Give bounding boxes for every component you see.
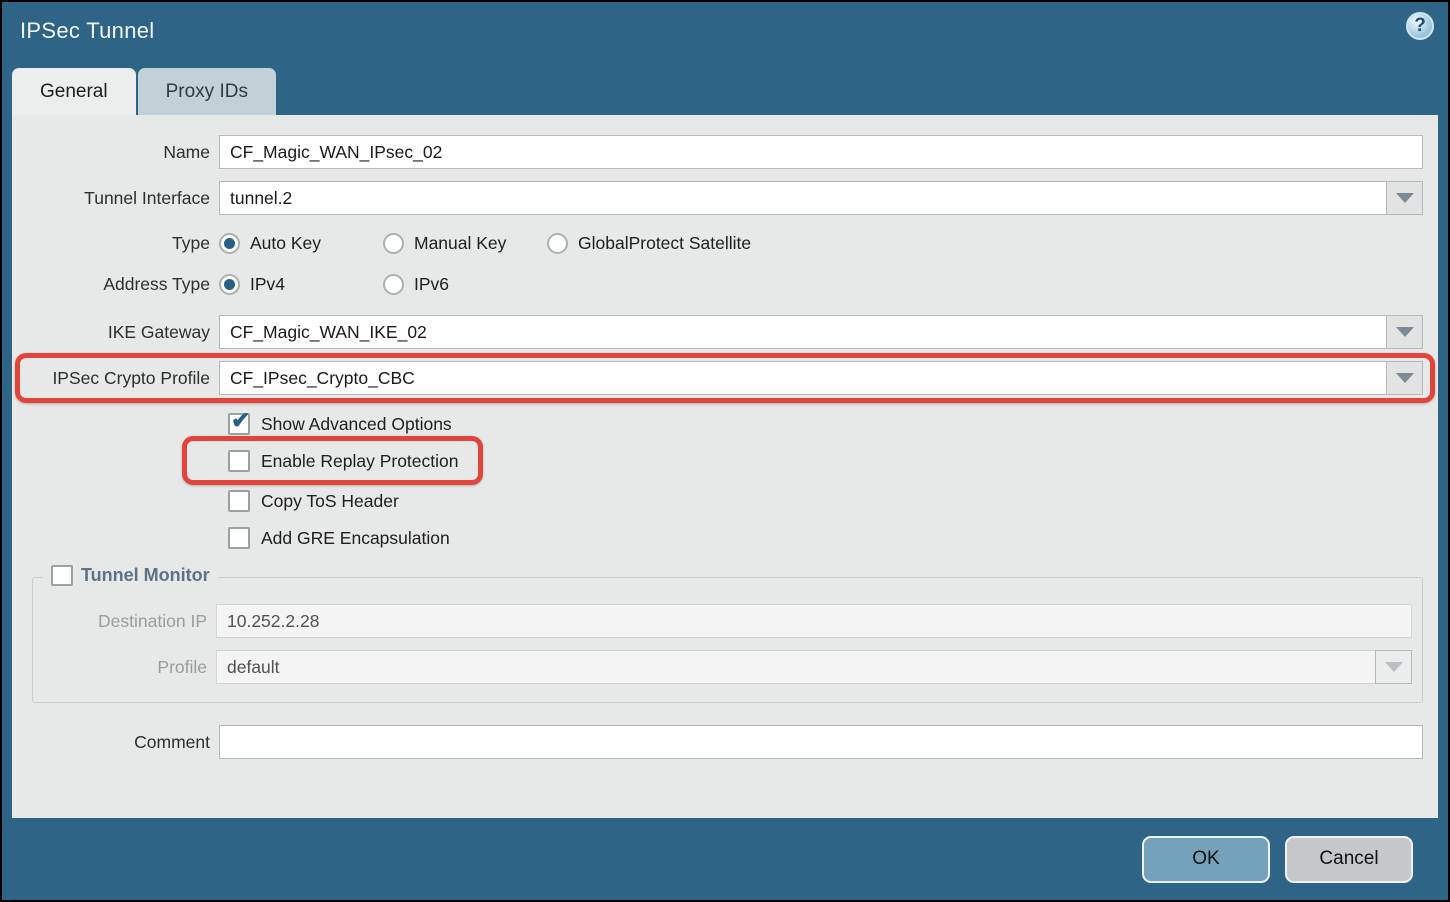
add-gre-encapsulation-row: Add GRE Encapsulation — [219, 527, 450, 549]
copy-tos-header-row: Copy ToS Header — [219, 490, 399, 512]
tunnel-interface-input[interactable] — [219, 181, 1386, 215]
ipsec-crypto-profile-dropdown-button[interactable] — [1386, 361, 1423, 395]
ipsec-tunnel-dialog: IPSec Tunnel ? General Proxy IDs Name Tu… — [0, 0, 1450, 902]
enable-replay-protection-row: Enable Replay Protection — [219, 450, 458, 472]
chevron-down-icon — [1396, 193, 1414, 203]
ipsec-crypto-profile-input[interactable] — [219, 361, 1386, 395]
tunnel-interface-dropdown-button[interactable] — [1386, 181, 1423, 215]
radio-globalprotect-satellite[interactable]: GlobalProtect Satellite — [547, 233, 751, 254]
chevron-down-icon — [1396, 327, 1414, 337]
tunnel-interface-row: Tunnel Interface — [12, 181, 1423, 215]
address-type-row: Address Type IPv4 IPv6 — [12, 274, 1423, 295]
help-icon[interactable]: ? — [1406, 12, 1434, 40]
radio-auto-key[interactable]: Auto Key — [219, 233, 347, 254]
tunnel-interface-label: Tunnel Interface — [12, 188, 219, 209]
radio-ipv4[interactable]: IPv4 — [219, 274, 347, 295]
show-advanced-options-row: Show Advanced Options — [219, 413, 452, 435]
tab-bar: General Proxy IDs — [12, 68, 276, 115]
radio-ipv6[interactable]: IPv6 — [383, 274, 511, 295]
ike-gateway-input[interactable] — [219, 315, 1386, 349]
profile-dropdown-button — [1375, 650, 1412, 684]
chevron-down-icon — [1396, 373, 1414, 383]
dialog-footer: OK Cancel — [2, 818, 1448, 900]
tunnel-monitor-group: Tunnel Monitor Destination IP Profile — [32, 577, 1423, 703]
type-label: Type — [12, 233, 219, 254]
radio-unselected-icon[interactable] — [547, 233, 568, 254]
radio-manual-key[interactable]: Manual Key — [383, 233, 511, 254]
profile-input — [216, 650, 1375, 684]
destination-ip-input — [216, 604, 1412, 638]
comment-input[interactable] — [219, 725, 1423, 759]
tunnel-monitor-checkbox[interactable] — [51, 565, 73, 586]
tab-general[interactable]: General — [12, 68, 136, 115]
comment-row: Comment — [12, 725, 1423, 759]
radio-selected-icon[interactable] — [219, 233, 240, 254]
ike-gateway-dropdown-button[interactable] — [1386, 315, 1423, 349]
ike-gateway-row: IKE Gateway — [12, 315, 1423, 349]
copy-tos-header-checkbox[interactable] — [228, 490, 250, 512]
profile-row: Profile — [33, 650, 1412, 684]
name-row: Name — [12, 135, 1423, 169]
enable-replay-protection-checkbox[interactable] — [228, 450, 250, 472]
name-label: Name — [12, 142, 219, 163]
ipsec-crypto-profile-row: IPSec Crypto Profile — [12, 361, 1423, 395]
radio-unselected-icon[interactable] — [383, 233, 404, 254]
radio-selected-icon[interactable] — [219, 274, 240, 295]
type-row: Type Auto Key Manual Key GlobalProtect S… — [12, 233, 1423, 254]
profile-label: Profile — [33, 657, 216, 678]
destination-ip-row: Destination IP — [33, 604, 1412, 638]
destination-ip-label: Destination IP — [33, 611, 216, 632]
name-input[interactable] — [219, 135, 1423, 169]
dialog-title: IPSec Tunnel — [20, 18, 154, 44]
ike-gateway-label: IKE Gateway — [12, 322, 219, 343]
address-type-label: Address Type — [12, 274, 219, 295]
titlebar: IPSec Tunnel ? — [2, 2, 1448, 66]
tab-proxy-ids[interactable]: Proxy IDs — [138, 68, 276, 115]
general-tab-panel: Name Tunnel Interface Type Auto Key Manu… — [12, 115, 1438, 818]
add-gre-encapsulation-checkbox[interactable] — [228, 527, 250, 549]
chevron-down-icon — [1385, 662, 1403, 672]
ipsec-crypto-profile-label: IPSec Crypto Profile — [12, 368, 219, 389]
comment-label: Comment — [12, 732, 219, 753]
show-advanced-options-checkbox[interactable] — [228, 413, 250, 435]
ok-button[interactable]: OK — [1142, 836, 1270, 883]
radio-unselected-icon[interactable] — [383, 274, 404, 295]
cancel-button[interactable]: Cancel — [1285, 836, 1413, 883]
tunnel-monitor-legend: Tunnel Monitor — [43, 565, 218, 586]
